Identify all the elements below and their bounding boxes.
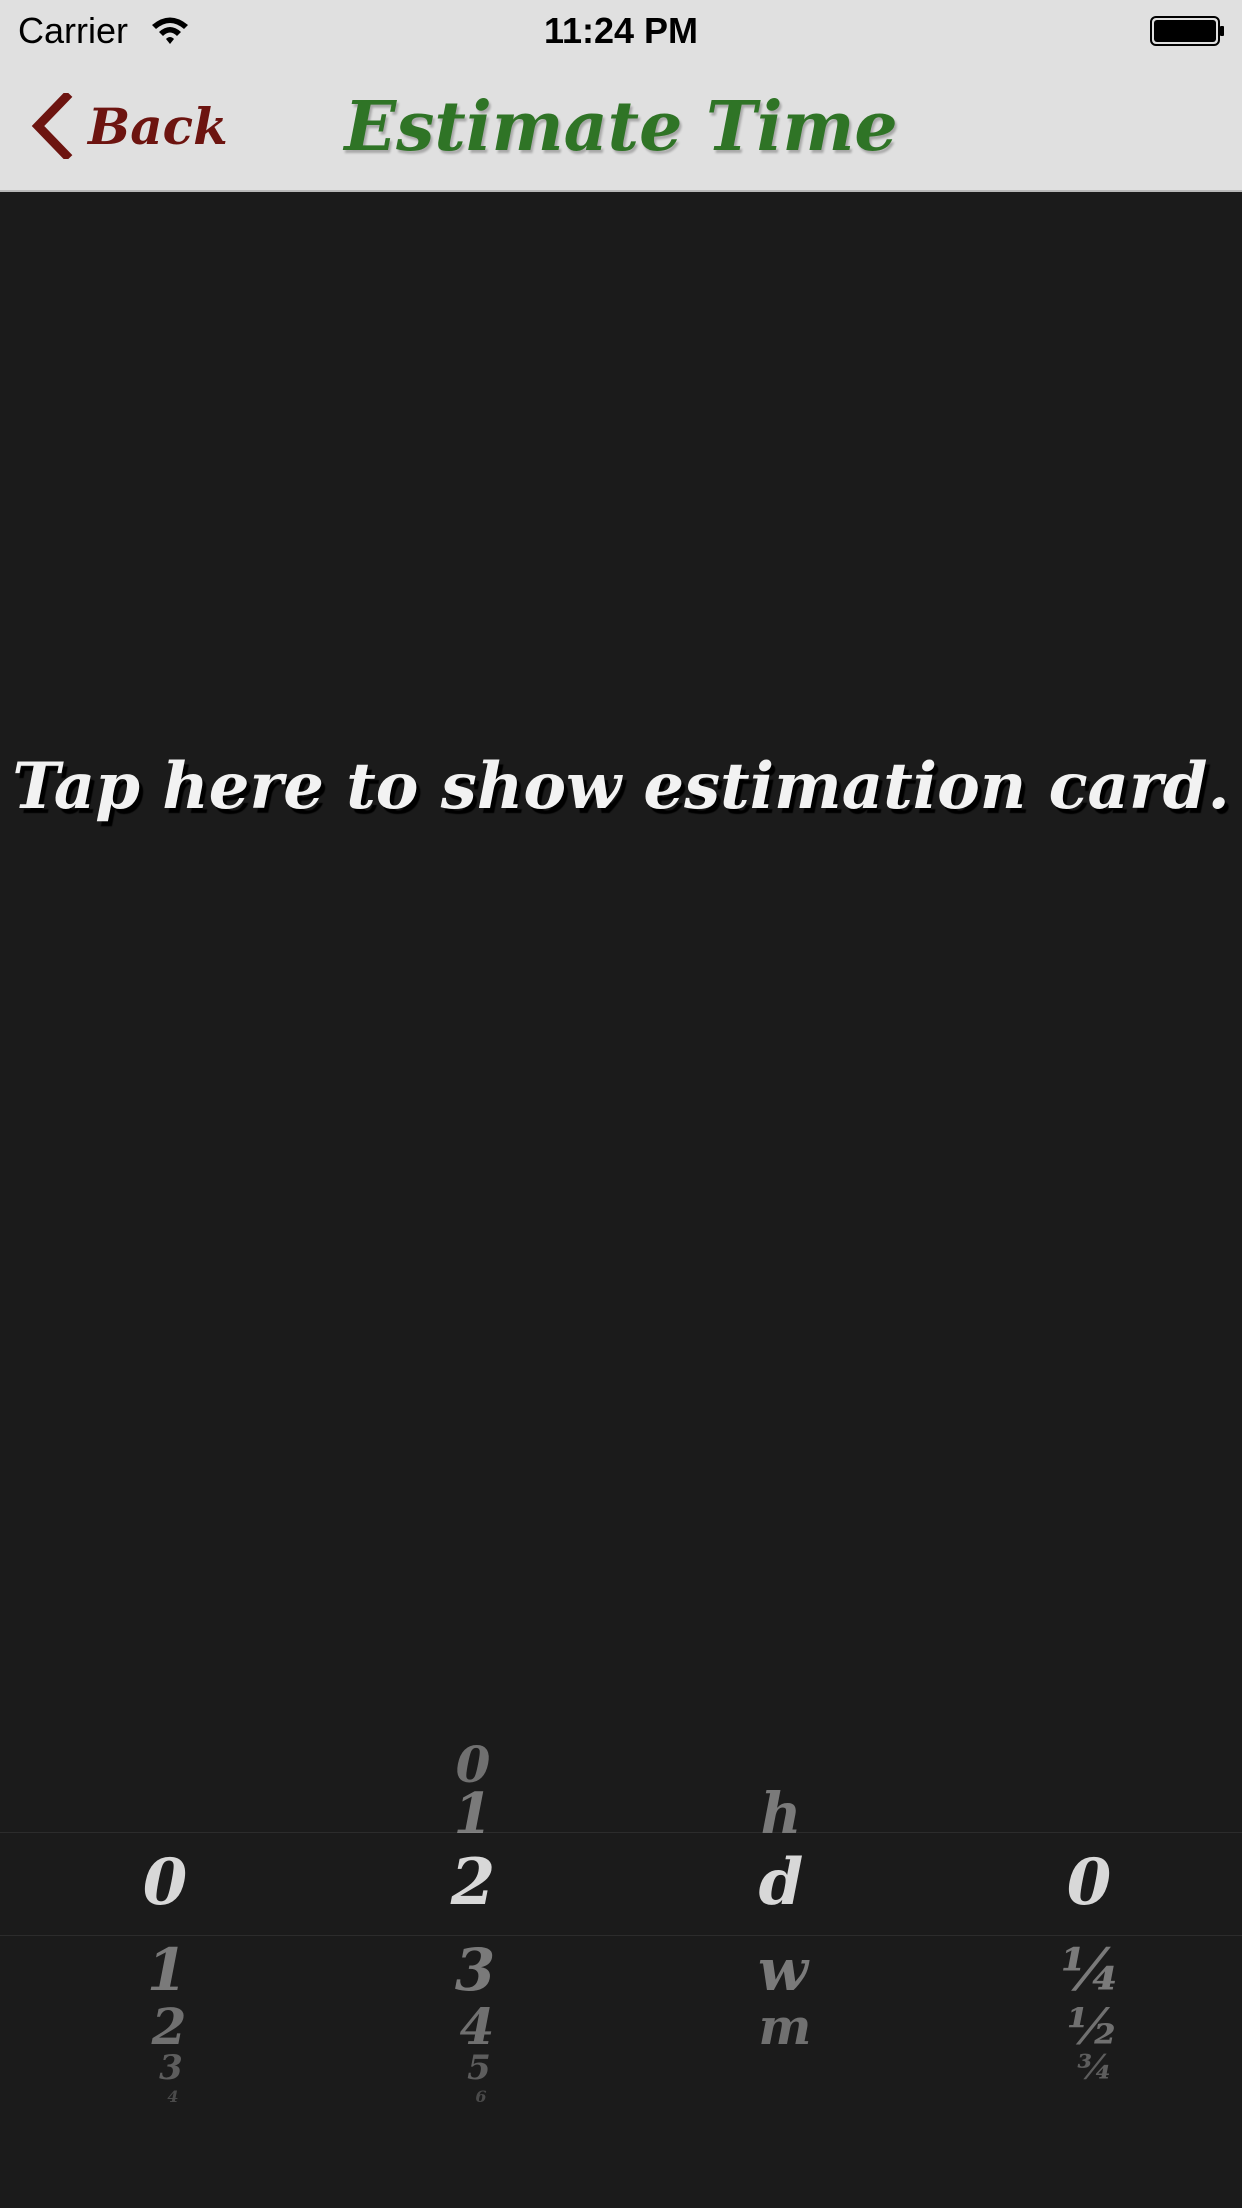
picker-row-selected[interactable]: 2 — [318, 1841, 628, 1924]
picker-row[interactable]: m — [630, 1994, 940, 2059]
picker-column-unit[interactable]: hdwm — [620, 1660, 930, 2160]
picker-row[interactable]: 3 — [16, 2046, 326, 2090]
picker-row[interactable]: 5 — [324, 2046, 634, 2090]
time-picker[interactable]: 01234 0123456 hdwm 0¼½¾ — [0, 1660, 1242, 2160]
picker-row-selected[interactable]: d — [626, 1841, 936, 1924]
tap-hint-text: Tap here to show estimation card. — [12, 749, 1230, 824]
status-bar: Carrier 11:24 PM — [0, 0, 1242, 60]
navigation-bar: Back Estimate Time — [0, 60, 1242, 192]
picker-column-number[interactable]: 0123456 — [310, 1660, 620, 2160]
battery-full-icon — [1150, 16, 1224, 46]
estimation-card-area[interactable]: Tap here to show estimation card. — [0, 192, 1242, 1592]
picker-row[interactable]: ¾ — [940, 2046, 1242, 2090]
picker-row[interactable]: 6 — [326, 2086, 636, 2107]
picker-row[interactable]: 4 — [18, 2086, 328, 2107]
picker-column-count[interactable]: 01234 — [0, 1660, 310, 2160]
picker-column-fraction[interactable]: 0¼½¾ — [932, 1660, 1242, 2160]
status-time: 11:24 PM — [543, 10, 699, 51]
picker-row-selected[interactable]: 0 — [10, 1841, 320, 1924]
picker-row-selected[interactable]: 0 — [934, 1841, 1242, 1924]
page-title: Estimate Time — [344, 87, 898, 167]
